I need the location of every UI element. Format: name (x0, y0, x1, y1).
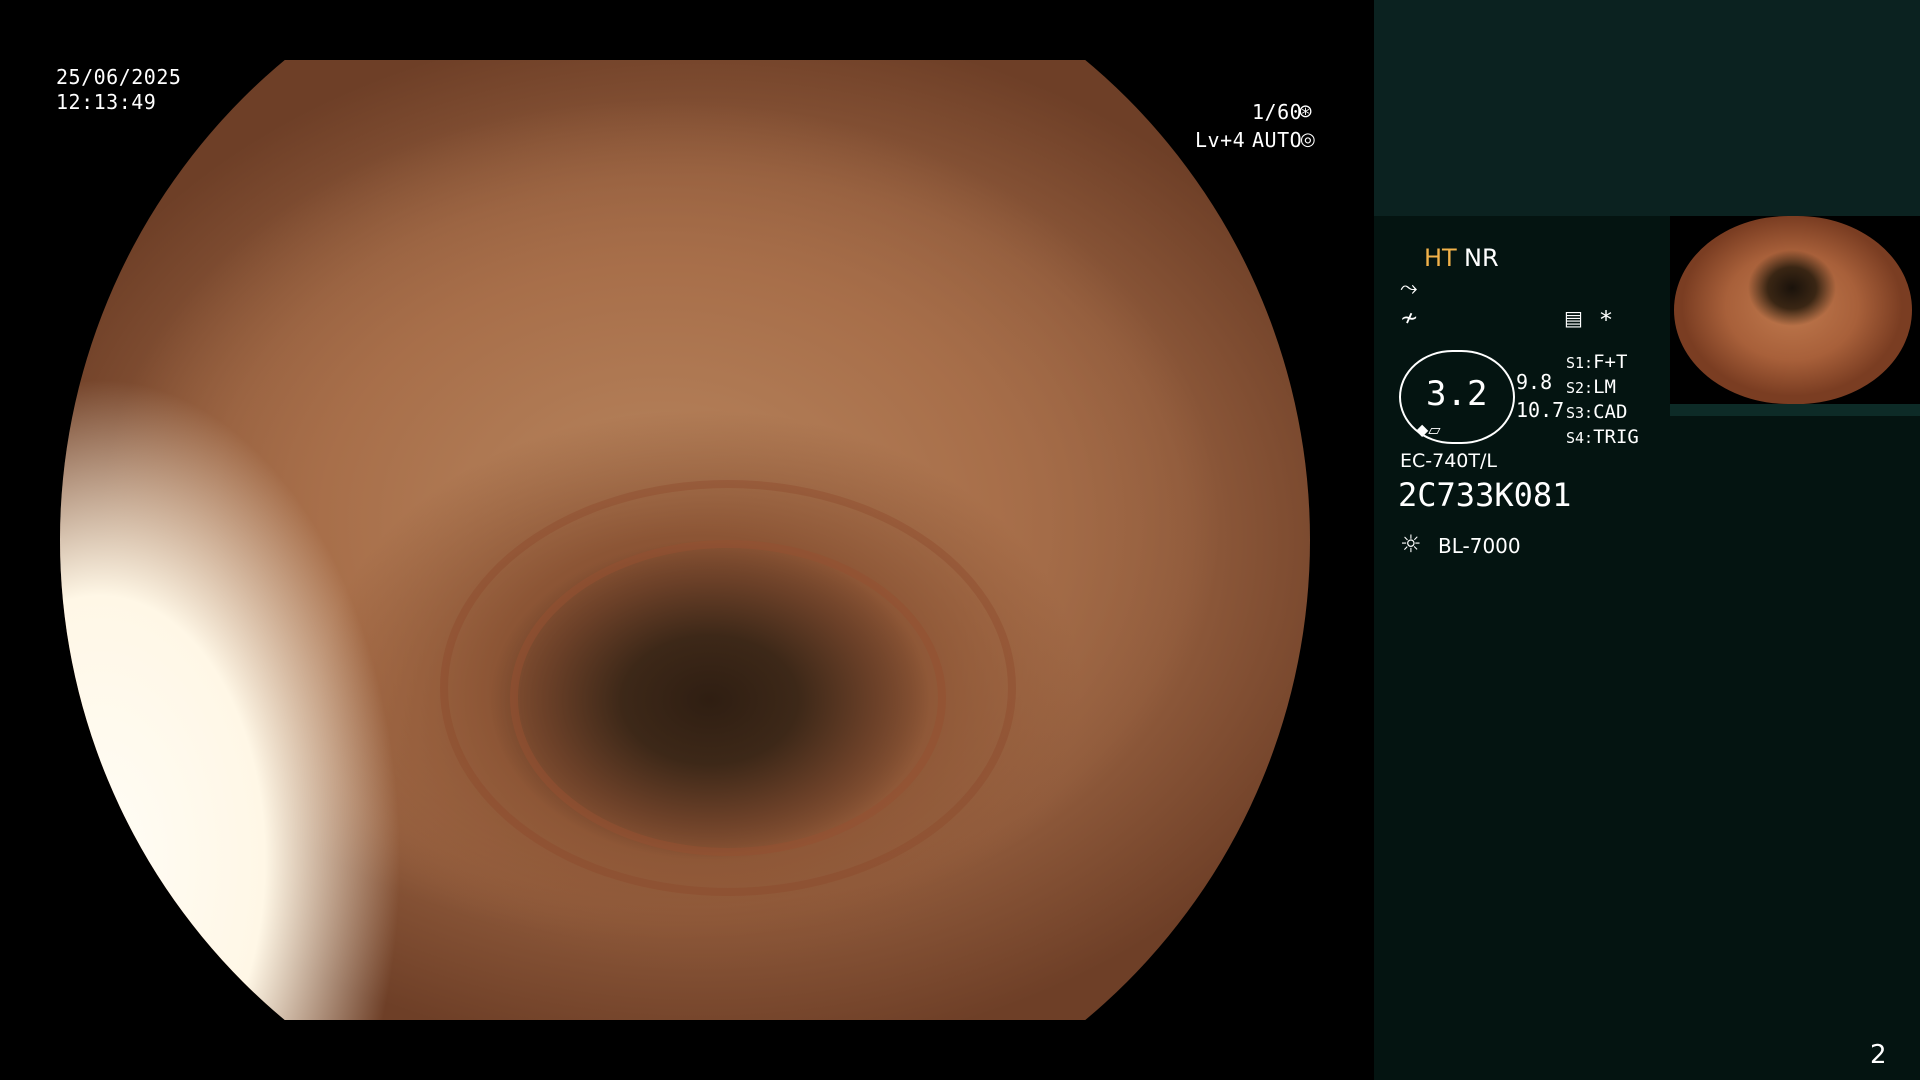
mode-ht: HT (1424, 244, 1457, 272)
scope-model: EC-740T/L (1400, 450, 1497, 472)
ht-label: HT (1424, 244, 1457, 272)
time-text: 12:13:49 (56, 90, 157, 114)
date-text: 25/06/2025 (56, 65, 182, 89)
switch-s2: S2:LM (1566, 376, 1616, 398)
light-glare (60, 380, 500, 1020)
info-panel: HT NR ⤳ ≁ ▤ * 3.2 ◆▱ 9.8 10.7 S1:F+T S2:… (1374, 0, 1920, 1080)
structure-enhance-icon: ⤳ (1400, 276, 1418, 301)
panel-header-area (1374, 0, 1920, 216)
iris-icon: ◎ (1300, 129, 1317, 150)
endoscope-view: 25/06/2025 12:13:49 1/60 ⊛ Lv+4 AUTO ◎ (0, 0, 1374, 1080)
scope-value: 3.2 (1426, 374, 1488, 414)
value-a: 9.8 (1516, 370, 1553, 394)
thumbnail-image[interactable] (1670, 216, 1920, 404)
value-b: 10.7 (1516, 398, 1565, 422)
switch-s4: S4:TRIG (1566, 426, 1639, 448)
shutter-text: 1/60 (1252, 100, 1303, 124)
shutter-icon: ⊛ (1298, 101, 1314, 122)
thumbnail-mucosa (1674, 216, 1912, 404)
pen-icon: ◆▱ (1416, 420, 1441, 439)
thumbnail-strip (1670, 404, 1920, 416)
light-source-icon: ☼ (1400, 530, 1422, 558)
light-source-name: BL-7000 (1438, 534, 1521, 558)
outer-fold (440, 480, 1016, 896)
scope-serial: 2C733K081 (1398, 476, 1572, 514)
switch-list: S1:F+T S2:LM S3:CAD S4:TRIG (1566, 350, 1639, 450)
level-text: Lv+4 (1195, 128, 1246, 152)
switch-s3: S3:CAD (1566, 401, 1628, 423)
color-enhance-icon: ≁ (1400, 306, 1419, 331)
settings-list-icon: ▤ (1564, 306, 1583, 330)
page-number: 2 (1870, 1040, 1887, 1070)
exposure-mode-text: AUTO (1252, 128, 1303, 152)
endoscope-image (60, 60, 1310, 1020)
star-indicator: * (1600, 306, 1612, 334)
switch-s1: S1:F+T (1566, 351, 1628, 373)
mode-nr: NR (1464, 244, 1499, 272)
